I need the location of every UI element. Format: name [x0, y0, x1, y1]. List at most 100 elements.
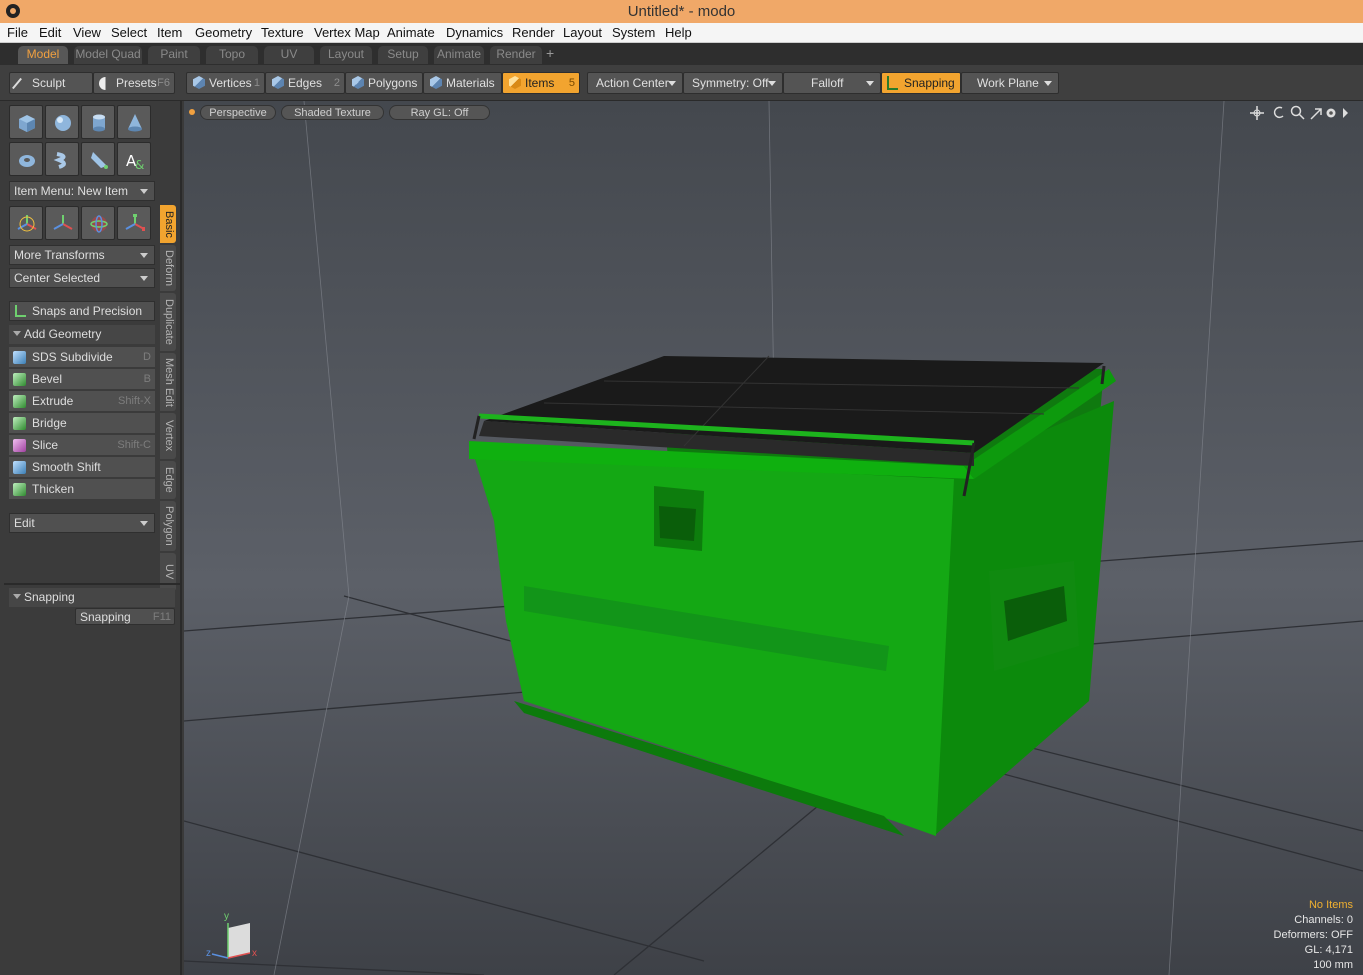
tube-icon: [53, 152, 66, 169]
snap-icon: [15, 305, 26, 317]
menu-edit[interactable]: Edit: [39, 25, 61, 40]
3d-viewport[interactable]: Perspective Shaded Texture Ray GL: Off y…: [184, 101, 1363, 975]
menu-file[interactable]: File: [7, 25, 28, 40]
sphere-primitive-button[interactable]: [45, 105, 79, 139]
add-geometry-header[interactable]: Add Geometry: [9, 325, 155, 344]
panel-divider[interactable]: [4, 583, 180, 585]
sculpt-label: Sculpt: [32, 76, 66, 90]
window-title: Untitled* - modo: [627, 3, 736, 20]
translate-button[interactable]: [45, 206, 79, 240]
tab-uv[interactable]: UV: [264, 46, 314, 64]
cube-primitive-button[interactable]: [9, 105, 43, 139]
item-menu-dropdown[interactable]: Item Menu: New Item: [9, 181, 155, 201]
presets-button[interactable]: Presets F6: [93, 72, 175, 94]
menu-view[interactable]: View: [73, 25, 101, 40]
tab-setup[interactable]: Setup: [378, 46, 428, 64]
tube-primitive-button[interactable]: [45, 142, 79, 176]
more-transforms-dropdown[interactable]: More Transforms: [9, 245, 155, 265]
bridge-tool[interactable]: Bridge: [9, 413, 155, 434]
side-tab-uv[interactable]: UV: [160, 553, 176, 591]
snapping-panel-label: Snapping: [80, 610, 131, 624]
raygl-toggle[interactable]: Ray GL: Off: [389, 105, 490, 120]
polygons-mode-button[interactable]: Polygons: [345, 72, 423, 94]
side-tab-edge[interactable]: Edge: [160, 461, 176, 499]
center-selected-dropdown[interactable]: Center Selected: [9, 268, 155, 288]
action-center-dropdown[interactable]: Action Center: [587, 72, 683, 94]
symmetry-dropdown[interactable]: Symmetry: Off: [683, 72, 783, 94]
items-mode-button[interactable]: Items 5: [502, 72, 580, 94]
sds-subdivide-tool[interactable]: SDS Subdivide D: [9, 347, 155, 368]
menu-render[interactable]: Render: [512, 25, 555, 40]
vertices-mode-button[interactable]: Vertices 1: [186, 72, 265, 94]
menu-geometry[interactable]: Geometry: [195, 25, 252, 40]
extrude-tool[interactable]: Extrude Shift-X: [9, 391, 155, 412]
side-tab-polygon[interactable]: Polygon: [160, 501, 176, 551]
tab-topo[interactable]: Topo: [206, 46, 258, 64]
menu-animate[interactable]: Animate: [387, 25, 435, 40]
tool-label: Thicken: [32, 482, 75, 496]
slice-tool[interactable]: Slice Shift-C: [9, 435, 155, 456]
tab-model[interactable]: Model: [18, 46, 68, 64]
side-tab-vertex[interactable]: Vertex: [160, 413, 176, 459]
tab-paint[interactable]: Paint: [148, 46, 200, 64]
edges-mode-button[interactable]: Edges 2: [265, 72, 345, 94]
title-bar: Untitled* - modo: [0, 0, 1363, 23]
chevron-right-icon[interactable]: [1343, 108, 1348, 118]
cone-primitive-button[interactable]: [117, 105, 151, 139]
bevel-icon: [13, 373, 26, 386]
rotate-button[interactable]: [81, 206, 115, 240]
tab-layout[interactable]: Layout: [320, 46, 372, 64]
perspective-dropdown[interactable]: Perspective: [200, 105, 276, 120]
fit-view-icon[interactable]: [1310, 108, 1322, 120]
selection-status: No Items: [1308, 899, 1353, 911]
menu-layout[interactable]: Layout: [563, 25, 602, 40]
menu-vertex-map[interactable]: Vertex Map: [314, 25, 380, 40]
scale-button[interactable]: [117, 206, 151, 240]
move-transform-button[interactable]: [9, 206, 43, 240]
thicken-tool[interactable]: Thicken: [9, 479, 155, 500]
side-tab-mesh-edit[interactable]: Mesh Edit: [160, 353, 176, 411]
work-plane-label: Work Plane: [977, 76, 1039, 90]
smooth-shift-tool[interactable]: Smooth Shift: [9, 457, 155, 478]
text-primitive-button[interactable]: A &: [117, 142, 151, 176]
presets-shortcut: F6: [157, 77, 170, 89]
snapping-toggle[interactable]: Snapping: [881, 72, 961, 94]
pen-primitive-button[interactable]: [81, 142, 115, 176]
side-tab-basic[interactable]: Basic: [160, 205, 176, 243]
pan-icon[interactable]: [1250, 106, 1264, 120]
menu-select[interactable]: Select: [111, 25, 147, 40]
tab-animate[interactable]: Animate: [434, 46, 484, 64]
tab-model-quad[interactable]: Model Quad: [74, 46, 142, 64]
menu-dynamics[interactable]: Dynamics: [446, 25, 503, 40]
gear-icon[interactable]: [1326, 108, 1336, 118]
work-plane-dropdown[interactable]: Work Plane: [961, 72, 1059, 94]
menu-system[interactable]: System: [612, 25, 655, 40]
cylinder-icon: [93, 114, 105, 132]
center-selected-label: Center Selected: [14, 271, 101, 285]
grid-scale: 100 mm: [1313, 959, 1353, 971]
zoom-icon[interactable]: [1290, 105, 1305, 120]
menu-texture[interactable]: Texture: [261, 25, 304, 40]
sculpt-button[interactable]: Sculpt: [9, 72, 93, 94]
snapping-section-header[interactable]: Snapping: [9, 588, 175, 607]
left-tool-panel: A & Basic Deform Duplicate Mesh Edit Vert…: [0, 101, 182, 975]
tab-render[interactable]: Render: [490, 46, 542, 64]
snapping-panel-button[interactable]: Snapping F11: [75, 608, 175, 625]
side-tab-deform[interactable]: Deform: [160, 245, 176, 291]
add-tab-button[interactable]: +: [546, 45, 554, 61]
torus-primitive-button[interactable]: [9, 142, 43, 176]
snaps-precision-button[interactable]: Snaps and Precision: [9, 301, 155, 321]
falloff-dropdown[interactable]: Falloff: [783, 72, 881, 94]
menu-item[interactable]: Item: [157, 25, 182, 40]
cylinder-primitive-button[interactable]: [81, 105, 115, 139]
torus-icon: [19, 155, 35, 167]
chevron-down-icon: [768, 81, 776, 86]
edit-dropdown[interactable]: Edit: [9, 513, 155, 533]
presets-label: Presets: [116, 76, 157, 90]
materials-mode-button[interactable]: Materials: [423, 72, 502, 94]
orbit-icon[interactable]: [1273, 106, 1284, 119]
menu-help[interactable]: Help: [665, 25, 692, 40]
bevel-tool[interactable]: Bevel B: [9, 369, 155, 390]
shading-dropdown[interactable]: Shaded Texture: [281, 105, 384, 120]
side-tab-duplicate[interactable]: Duplicate: [160, 293, 176, 351]
